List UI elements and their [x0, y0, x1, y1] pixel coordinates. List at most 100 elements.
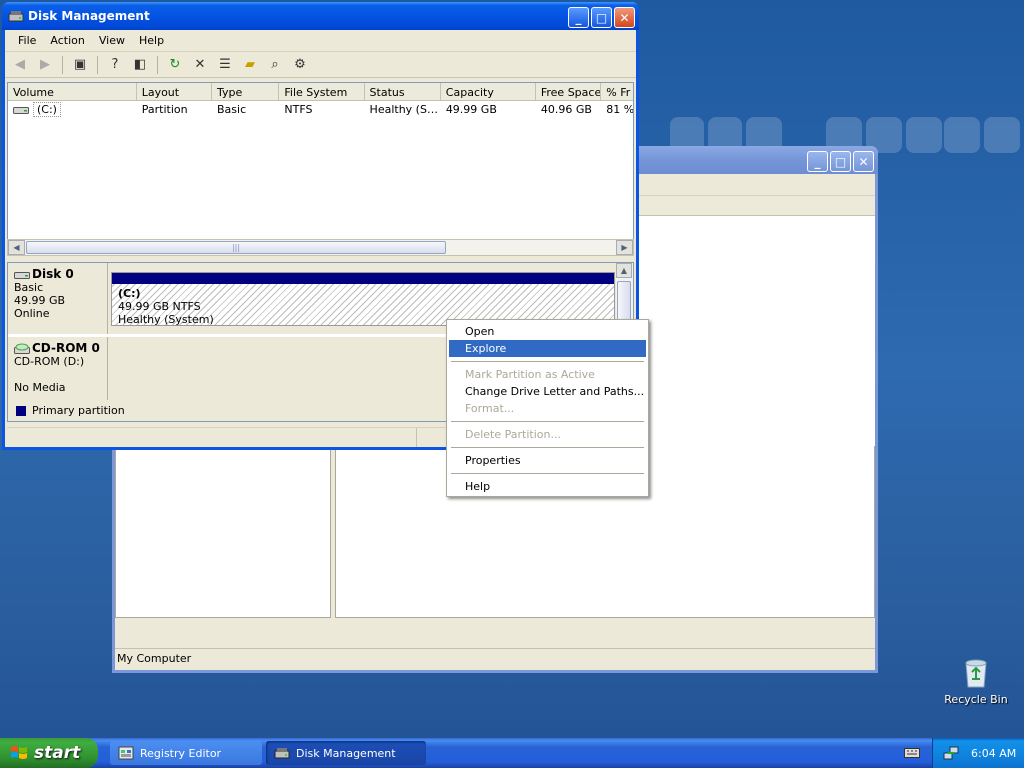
hard-disk-icon [14, 271, 30, 279]
cell-free-space: 40.96 GB [540, 103, 592, 116]
volume-list[interactable]: Volume Layout Type File System Status Ca… [7, 82, 634, 240]
column-type[interactable]: Type [212, 83, 280, 100]
menu-item-explore[interactable]: Explore [449, 340, 646, 357]
left-pane [115, 426, 331, 618]
disk-0-label[interactable]: Disk 0 Basic 49.99 GB Online [8, 263, 108, 334]
search-icon[interactable]: ⌕ [264, 54, 286, 76]
properties-icon[interactable]: ☰ [214, 54, 236, 76]
column-file-system[interactable]: File System [279, 83, 365, 100]
menu-item-properties[interactable]: Properties [449, 452, 646, 469]
cell-capacity: 49.99 GB [445, 103, 497, 116]
column-percent-free[interactable]: % Fr [601, 83, 633, 100]
close-button[interactable]: ✕ [614, 7, 635, 28]
disk-type: Basic [14, 281, 44, 294]
menu-separator [451, 473, 644, 474]
system-tray: 6:04 AM [932, 738, 1024, 768]
start-button[interactable]: start [0, 738, 98, 768]
column-layout[interactable]: Layout [137, 83, 212, 100]
menu-item-delete-partition: Delete Partition... [465, 428, 561, 441]
menu-file[interactable]: File [11, 34, 43, 47]
open-folder-icon[interactable]: ▰ [239, 54, 261, 76]
cell-file-system: NTFS [284, 103, 313, 116]
task-label: Disk Management [296, 746, 396, 760]
partition-size: 49.99 GB NTFS [118, 300, 201, 313]
drive-icon [13, 106, 29, 114]
menu-action[interactable]: Action [43, 34, 91, 47]
registry-editor-icon [118, 746, 134, 760]
menu-item-format: Format... [465, 402, 515, 415]
forward-arrow-icon[interactable]: ▶ [34, 54, 56, 76]
scroll-right-button[interactable]: ▶ [616, 240, 633, 255]
desktop-decoration [984, 117, 1020, 153]
table-row[interactable]: (C:) Partition Basic NTFS Healthy (S… 49… [8, 101, 633, 118]
menu-view[interactable]: View [92, 34, 132, 47]
disk-size [14, 368, 101, 381]
scroll-left-button[interactable]: ◀ [8, 240, 25, 255]
scroll-thumb[interactable] [617, 281, 631, 323]
menu-separator [451, 447, 644, 448]
desktop-decoration [944, 117, 980, 153]
maximize-button[interactable]: □ [830, 151, 851, 172]
menu-separator [451, 361, 644, 362]
console-tree-icon[interactable]: ▣ [69, 54, 91, 76]
toolbar-separator [62, 55, 63, 74]
cdrom-0-label[interactable]: CD-ROM 0 CD-ROM (D:) No Media [8, 337, 108, 401]
menu-help[interactable]: Help [132, 34, 171, 47]
minimize-button[interactable]: _ [568, 7, 589, 28]
disk-name: Disk 0 [32, 267, 74, 281]
disk-name: CD-ROM 0 [32, 341, 100, 355]
task-label: Registry Editor [140, 746, 222, 760]
toolbar-separator [157, 55, 158, 74]
column-volume[interactable]: Volume [8, 83, 137, 100]
network-icon[interactable] [943, 745, 959, 761]
delete-icon[interactable]: ✕ [189, 54, 211, 76]
close-button[interactable]: ✕ [853, 151, 874, 172]
disk-size: 49.99 GB [14, 294, 66, 307]
window-title: Disk Management [28, 9, 150, 23]
column-status[interactable]: Status [365, 83, 441, 100]
minimize-button[interactable]: _ [807, 151, 828, 172]
menu-item-open[interactable]: Open [449, 323, 646, 340]
legend-label: Primary partition [32, 404, 125, 417]
maximize-button[interactable]: □ [591, 7, 612, 28]
volume-name: (C:) [33, 102, 61, 117]
volume-list-header: Volume Layout Type File System Status Ca… [8, 83, 633, 101]
disk-state: No Media [14, 381, 66, 394]
show-hide-icon[interactable]: ◧ [129, 54, 151, 76]
menu-bar: File Action View Help [5, 30, 636, 52]
help-icon[interactable]: ? [104, 54, 126, 76]
window-controls: _ □ ✕ [568, 7, 635, 28]
cell-type: Basic [217, 103, 247, 116]
window-titlebar[interactable]: Disk Management _ □ ✕ [2, 2, 639, 30]
clock[interactable]: 6:04 AM [971, 747, 1016, 760]
scroll-up-button[interactable]: ▲ [616, 263, 632, 278]
menu-item-change-drive-letter[interactable]: Change Drive Letter and Paths... [449, 383, 646, 400]
refresh-icon[interactable]: ↻ [164, 54, 186, 76]
keyboard-icon[interactable] [904, 746, 920, 760]
menu-item-help[interactable]: Help [449, 478, 646, 495]
cell-layout: Partition [141, 103, 188, 116]
task-registry-editor[interactable]: Registry Editor [110, 741, 262, 765]
column-capacity[interactable]: Capacity [441, 83, 536, 100]
partition-c[interactable]: (C:) 49.99 GB NTFS Healthy (System) [111, 272, 615, 326]
status-pane [7, 428, 417, 447]
cell-status: Healthy (S… [369, 103, 438, 116]
window-controls: _ □ ✕ [807, 151, 874, 172]
column-free-space[interactable]: Free Space [536, 83, 602, 100]
disk-management-icon [274, 748, 290, 759]
context-menu[interactable]: Open Explore Mark Partition as Active Ch… [446, 319, 649, 497]
taskbar: start Registry Editor Disk Management 6:… [0, 738, 1024, 768]
horizontal-scrollbar[interactable]: ◀ ||| ▶ [7, 239, 634, 256]
desktop-decoration [906, 117, 942, 153]
cell-volume: (C:) [8, 102, 137, 117]
back-arrow-icon[interactable]: ◀ [9, 54, 31, 76]
primary-partition-swatch [16, 405, 26, 416]
disk-management-icon [8, 11, 24, 22]
scroll-thumb[interactable]: ||| [26, 241, 446, 254]
menu-item-mark-active: Mark Partition as Active [465, 368, 595, 381]
settings-icon[interactable]: ⚙ [289, 54, 311, 76]
task-disk-management[interactable]: Disk Management [266, 741, 426, 765]
recycle-bin-icon [965, 659, 987, 688]
recycle-bin-label: Recycle Bin [944, 693, 1008, 706]
recycle-bin[interactable]: Recycle Bin [944, 657, 1008, 706]
